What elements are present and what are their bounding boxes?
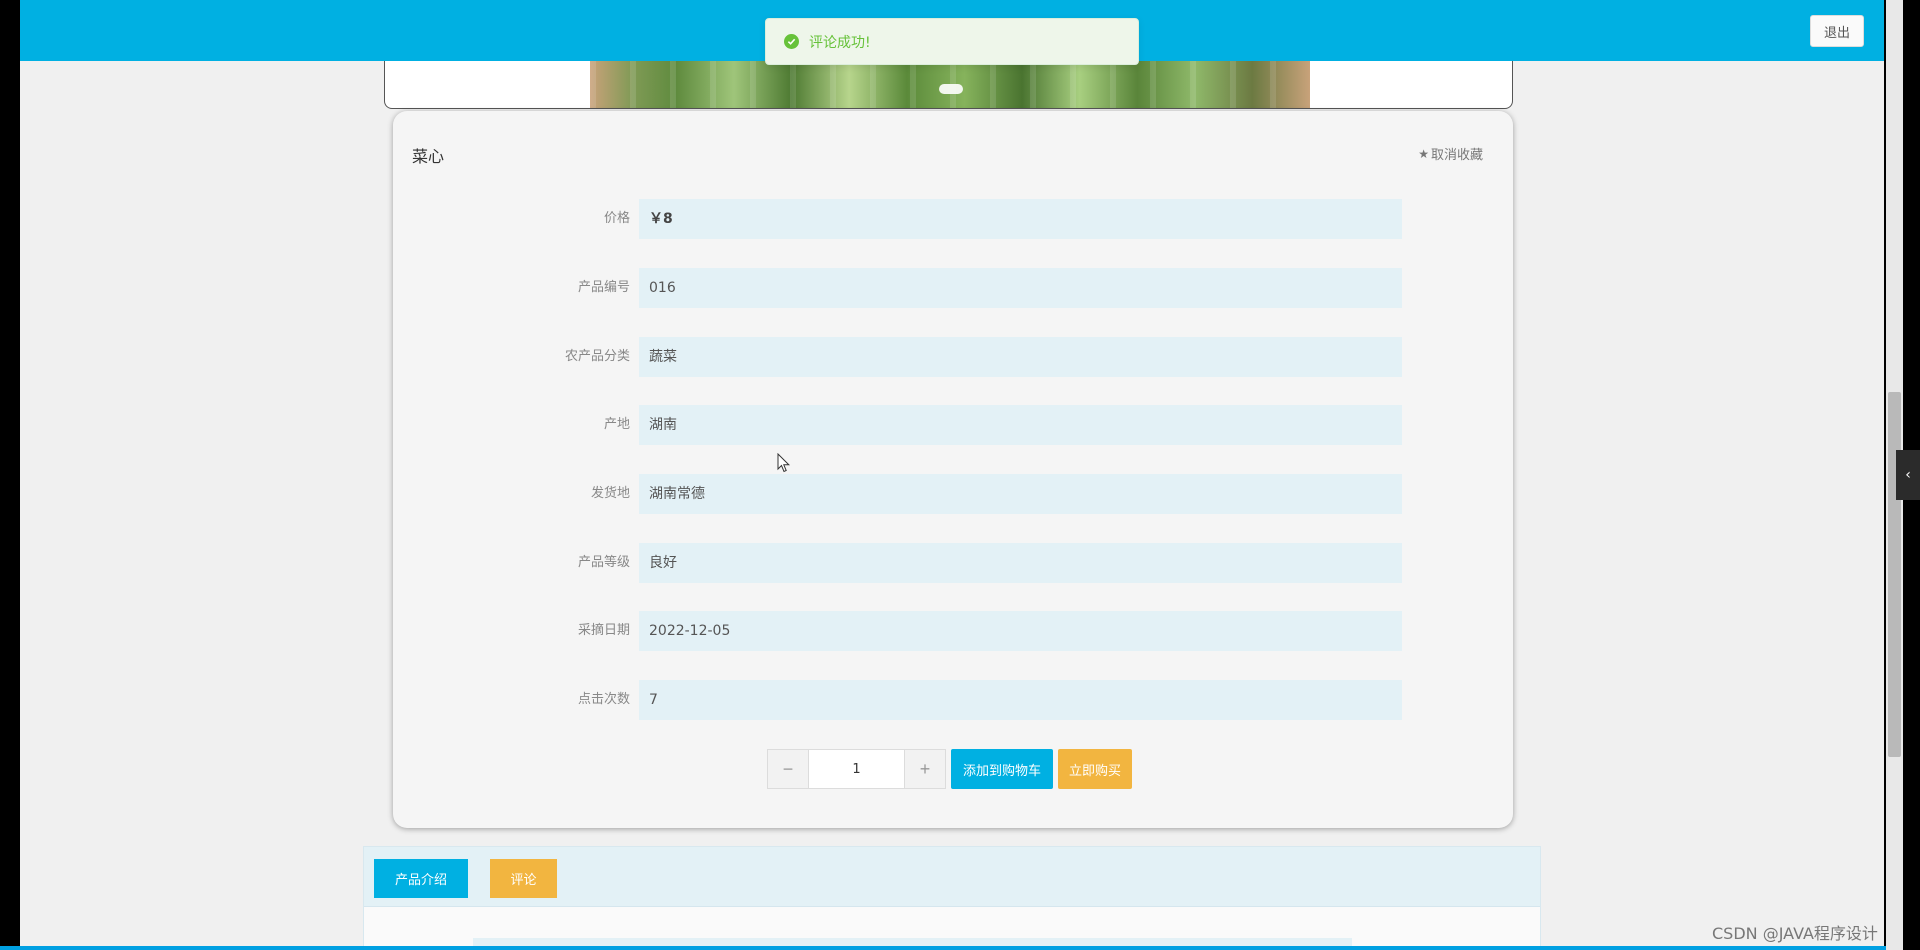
field-label: 价格 — [603, 211, 630, 226]
tab-comments[interactable]: 评论 — [490, 859, 557, 898]
field-row-price: 价格 ￥8 — [393, 199, 1513, 239]
field-value: 湖南 — [639, 405, 1402, 445]
buy-now-button[interactable]: 立即购买 — [1058, 749, 1132, 789]
add-to-cart-button[interactable]: 添加到购物车 — [951, 749, 1053, 789]
scrollbar-thumb[interactable] — [1888, 392, 1901, 757]
product-title: 菜心 — [412, 147, 445, 166]
tabs-bar: 产品介绍 评论 — [364, 847, 1540, 907]
browser-viewport: 退出 评论成功! 菜心 ★ 取消收藏 价格 ￥8 产品编号 016 农产品分类 … — [20, 0, 1884, 950]
decrease-quantity-button[interactable]: − — [768, 750, 808, 788]
field-row-grade: 产品等级 良好 — [393, 543, 1513, 583]
tab-product-intro[interactable]: 产品介绍 — [374, 859, 468, 898]
success-toast: 评论成功! — [765, 18, 1139, 65]
field-label: 产地 — [603, 417, 630, 432]
field-label: 点击次数 — [577, 692, 630, 707]
chevron-left-icon[interactable]: ‹ — [1896, 450, 1920, 500]
field-value: 湖南常德 — [639, 474, 1402, 514]
quantity-stepper: − + — [767, 749, 946, 789]
quantity-input[interactable] — [808, 750, 905, 788]
check-circle-icon — [784, 34, 799, 49]
product-image-carousel[interactable] — [384, 61, 1513, 109]
field-row-ship-from: 发货地 湖南常德 — [393, 474, 1513, 514]
product-detail-card: 菜心 ★ 取消收藏 价格 ￥8 产品编号 016 农产品分类 蔬菜 产地 湖南 … — [393, 111, 1513, 828]
field-label: 产品等级 — [577, 555, 630, 570]
logout-button[interactable]: 退出 — [1810, 15, 1864, 47]
field-value: 2022-12-05 — [639, 611, 1402, 651]
star-icon: ★ — [1418, 146, 1429, 161]
field-row-click-count: 点击次数 7 — [393, 680, 1513, 720]
toast-message: 评论成功! — [809, 34, 871, 51]
mouse-cursor-icon — [777, 453, 791, 473]
watermark: CSDN @JAVA程序设计 — [1712, 924, 1878, 943]
field-value: 蔬菜 — [639, 337, 1402, 377]
field-label: 采摘日期 — [577, 623, 630, 638]
increase-quantity-button[interactable]: + — [905, 750, 945, 788]
carousel-indicator[interactable] — [939, 84, 963, 94]
field-label: 发货地 — [590, 486, 630, 501]
field-value: ￥8 — [639, 199, 1402, 239]
purchase-controls: − + 添加到购物车 立即购买 — [767, 749, 1132, 789]
bottom-accent-line — [0, 946, 1886, 950]
unfavorite-label: 取消收藏 — [1430, 148, 1483, 163]
field-row-product-id: 产品编号 016 — [393, 268, 1513, 308]
unfavorite-button[interactable]: ★ 取消收藏 — [1418, 144, 1483, 164]
field-row-pick-date: 采摘日期 2022-12-05 — [393, 611, 1513, 651]
field-value: 016 — [639, 268, 1402, 308]
field-row-origin: 产地 湖南 — [393, 405, 1513, 445]
field-value: 7 — [639, 680, 1402, 720]
field-value: 良好 — [639, 543, 1402, 583]
field-label: 产品编号 — [577, 280, 630, 295]
field-label: 农产品分类 — [564, 349, 630, 364]
field-row-category: 农产品分类 蔬菜 — [393, 337, 1513, 377]
product-tabs-section: 产品介绍 评论 — [363, 846, 1541, 950]
